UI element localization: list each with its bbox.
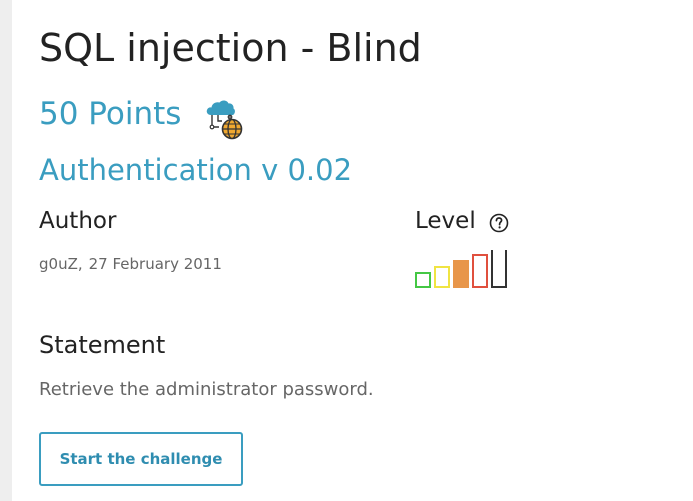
level-indicator xyxy=(415,250,507,288)
author-date: 27 February 2011 xyxy=(88,255,222,273)
author-info: g0uZ, 27 February 2011 xyxy=(39,252,222,276)
points-value: 50 Points xyxy=(39,96,182,132)
level-bar-5 xyxy=(491,250,507,288)
level-bar-3 xyxy=(453,260,469,288)
author-name[interactable]: g0uZ, xyxy=(39,255,83,273)
statement-heading: Statement xyxy=(39,331,166,359)
statement-text: Retrieve the administrator password. xyxy=(39,379,374,400)
level-bar-4 xyxy=(472,254,488,288)
challenge-card: SQL injection - Blind 50 Points Authenti… xyxy=(12,0,693,501)
question-circle-icon[interactable] xyxy=(489,213,509,233)
challenge-subtitle: Authentication v 0.02 xyxy=(39,153,353,187)
author-heading: Author xyxy=(39,208,117,234)
level-heading: Level xyxy=(415,208,476,234)
level-bar-2 xyxy=(434,266,450,288)
page-title: SQL injection - Blind xyxy=(39,26,422,70)
level-bar-1 xyxy=(415,272,431,288)
cloud-network-globe-icon xyxy=(206,100,243,140)
start-challenge-button[interactable]: Start the challenge xyxy=(39,432,243,486)
